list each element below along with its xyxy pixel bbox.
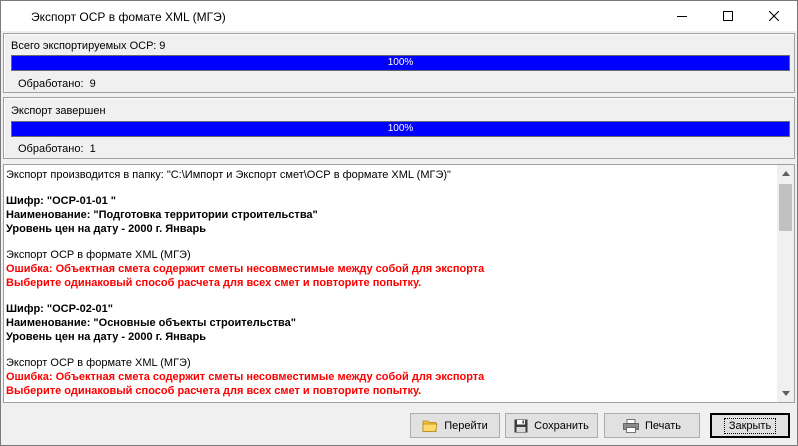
log-name: Наименование: "Подготовка территории стр…: [6, 209, 318, 221]
status-progress-group: Экспорт завершен 100% Обработано: 1: [3, 97, 795, 159]
log-price-level: Уровень цен на дату - 2000 г. Январь: [6, 331, 206, 343]
status-progress-label: 100%: [387, 123, 414, 134]
log-name: Наименование: "Основные объекты строител…: [6, 317, 296, 329]
minimize-button[interactable]: [659, 1, 705, 31]
go-button[interactable]: Перейти: [410, 413, 500, 438]
log-export-line: Экспорт ОСР в формате XML (МГЭ): [6, 357, 191, 369]
vertical-scrollbar[interactable]: [777, 165, 794, 402]
printer-icon: [623, 418, 639, 433]
close-button[interactable]: Закрыть: [710, 413, 790, 438]
log-error-line: Ошибка: Объектная смета содержит сметы н…: [6, 263, 485, 275]
floppy-disk-icon: [514, 419, 528, 432]
log-error-hint: Выберите одинаковый способ расчета для в…: [6, 277, 422, 289]
minimize-icon: [677, 15, 687, 17]
status-progress-bar: 100%: [11, 121, 790, 137]
close-button-label: Закрыть: [723, 417, 777, 434]
total-processed-value: 9: [89, 78, 96, 90]
save-button[interactable]: Сохранить: [505, 413, 598, 438]
arrow-up-icon: [781, 171, 790, 176]
print-button-label: Печать: [644, 419, 682, 432]
export-log[interactable]: Экспорт производится в папку: "C:\Импорт…: [3, 164, 795, 403]
log-cipher: Шифр: "ОСР-02-01": [6, 303, 113, 315]
log-error-line: Ошибка: Объектная смета содержит сметы н…: [6, 371, 485, 383]
log-export-line: Экспорт ОСР в формате XML (МГЭ): [6, 249, 191, 261]
status-processed-label: Обработано:: [18, 143, 84, 155]
arrow-down-icon: [781, 391, 790, 396]
total-processed-label: Обработано:: [18, 78, 84, 90]
total-progress-label: 100%: [387, 57, 414, 68]
scroll-down-button[interactable]: [777, 385, 794, 402]
total-processed: Обработано: 9: [18, 78, 96, 90]
title-bar[interactable]: Экспорт ОСР в фомате XML (МГЭ): [1, 1, 797, 31]
window-title: Экспорт ОСР в фомате XML (МГЭ): [31, 10, 226, 24]
scroll-up-button[interactable]: [777, 165, 794, 182]
maximize-icon: [723, 11, 733, 21]
close-icon: [769, 11, 779, 21]
total-progress-bar: 100%: [11, 55, 790, 71]
status-processed-value: 1: [89, 143, 96, 155]
log-cipher: Шифр: "ОСР-01-01 ": [6, 195, 116, 207]
log-header: Экспорт производится в папку: "C:\Импорт…: [6, 169, 451, 181]
export-dialog-window: Экспорт ОСР в фомате XML (МГЭ) Всего экс…: [0, 0, 798, 446]
status-caption: Экспорт завершен: [11, 105, 106, 117]
status-processed: Обработано: 1: [18, 143, 96, 155]
total-caption: Всего экспортируемых ОСР: 9: [11, 40, 166, 52]
close-window-button[interactable]: [751, 1, 797, 31]
save-button-label: Сохранить: [534, 419, 589, 432]
go-button-label: Перейти: [444, 419, 488, 432]
log-content: Экспорт производится в папку: "C:\Импорт…: [6, 168, 776, 398]
maximize-button[interactable]: [705, 1, 751, 31]
log-price-level: Уровень цен на дату - 2000 г. Январь: [6, 223, 206, 235]
scrollbar-thumb[interactable]: [779, 184, 792, 231]
total-progress-group: Всего экспортируемых ОСР: 9 100% Обработ…: [3, 33, 795, 93]
folder-icon: [422, 420, 438, 432]
log-error-hint: Выберите одинаковый способ расчета для в…: [6, 385, 422, 397]
print-button[interactable]: Печать: [604, 413, 700, 438]
